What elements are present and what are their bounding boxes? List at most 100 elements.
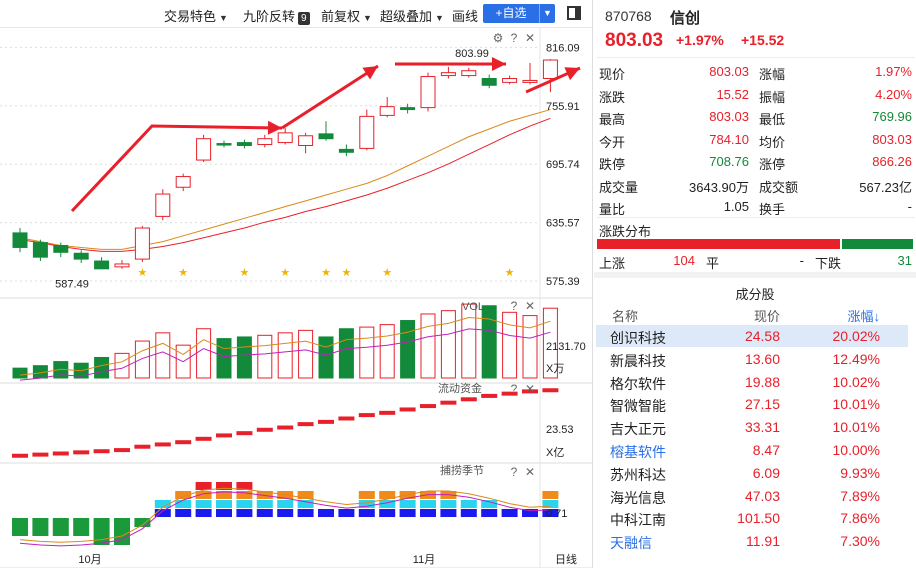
quote-value: 1.97% bbox=[875, 64, 912, 79]
trend-arrow-3-head bbox=[492, 57, 506, 71]
volume-bar bbox=[12, 367, 28, 379]
quote-label: 现价 bbox=[599, 67, 626, 82]
constituent-change: 10.01% bbox=[832, 396, 880, 413]
candle-body bbox=[522, 79, 538, 83]
constituent-name[interactable]: 海光信息 bbox=[610, 488, 666, 508]
watchlist-dropdown-icon[interactable]: ▼ bbox=[539, 4, 555, 23]
candle-body bbox=[134, 227, 150, 260]
constituent-price: 11.91 bbox=[746, 533, 780, 550]
candle-body bbox=[400, 107, 416, 111]
flow-mark bbox=[440, 400, 457, 405]
price-tick: 816.09 bbox=[546, 42, 580, 54]
flow-mark bbox=[399, 407, 416, 412]
constituent-price: 33.31 bbox=[744, 419, 780, 436]
help-icon: ? bbox=[511, 31, 518, 45]
price-tick: 755.91 bbox=[546, 101, 580, 113]
x-label: 10月 bbox=[78, 554, 101, 566]
volume-bar bbox=[298, 329, 314, 379]
quote-label: 涨幅 bbox=[759, 67, 786, 82]
season-bar bbox=[501, 509, 518, 517]
col-price[interactable]: 现价 bbox=[690, 306, 780, 325]
season-bar bbox=[175, 509, 192, 517]
adjust-menu[interactable]: 前复权 ▼ bbox=[321, 6, 372, 25]
quote-label: 涨跌 bbox=[599, 89, 626, 105]
season-bar bbox=[481, 500, 498, 508]
col-name[interactable]: 名称 bbox=[612, 306, 638, 325]
season-bar bbox=[195, 482, 212, 490]
season-bar bbox=[460, 509, 477, 517]
kline-chart[interactable]: ★ ★ ★ ★ ★ ★ ★ ★ 816.09 755.91 695.74 635.57 575.39 8… bbox=[0, 28, 592, 568]
dist-up-count: 104 bbox=[673, 253, 695, 268]
season-bar bbox=[52, 518, 69, 536]
candle-body bbox=[12, 232, 28, 248]
constituent-name[interactable]: 新晨科技 bbox=[610, 351, 666, 371]
season-bar bbox=[277, 500, 294, 508]
season-bar bbox=[236, 509, 253, 517]
constituent-change: 7.89% bbox=[840, 487, 880, 504]
flow-value: 23.53 bbox=[546, 424, 574, 436]
flow-mark bbox=[277, 425, 294, 430]
constituent-change: 7.86% bbox=[840, 510, 880, 527]
vol-value: 2131.70 bbox=[546, 341, 586, 353]
settings-icon: ⚙ bbox=[493, 31, 504, 45]
quote-label: 成交量 bbox=[599, 179, 639, 195]
quote-label: 今开 bbox=[599, 134, 626, 150]
constituent-name[interactable]: 天融信 bbox=[610, 533, 652, 553]
candle-body bbox=[155, 193, 171, 217]
flow-mark bbox=[338, 416, 355, 421]
season-bar bbox=[216, 500, 232, 508]
signal-star-icon: ★ bbox=[178, 267, 188, 279]
panel-divider[interactable] bbox=[592, 0, 593, 568]
constituent-name[interactable]: 吉大正元 bbox=[610, 419, 666, 439]
trade-feature-menu[interactable]: 交易特色 ▼ bbox=[164, 6, 228, 25]
volume-bar bbox=[420, 313, 436, 379]
candle-body bbox=[32, 242, 48, 258]
season-bar bbox=[358, 509, 375, 517]
layout-icon[interactable] bbox=[567, 6, 581, 20]
nine-reversal-menu[interactable]: 九阶反转 9 bbox=[243, 6, 310, 25]
volume-bar bbox=[461, 303, 477, 379]
dist-down-count: 31 bbox=[897, 253, 912, 268]
candle-body bbox=[318, 133, 334, 140]
flow-mark bbox=[542, 388, 559, 393]
flow-mark bbox=[256, 427, 273, 432]
col-change[interactable]: 涨幅↓ bbox=[790, 306, 880, 325]
constituent-name[interactable]: 创识科技 bbox=[610, 328, 666, 348]
season-bar bbox=[379, 509, 396, 517]
constituent-price: 6.09 bbox=[752, 464, 780, 481]
quote-value: - bbox=[907, 199, 912, 214]
volume-bar bbox=[216, 338, 232, 379]
constituent-name[interactable]: 中科江南 bbox=[610, 510, 666, 530]
overlay-menu[interactable]: 超级叠加 ▼ bbox=[380, 6, 444, 25]
flow-mark bbox=[52, 451, 69, 456]
season-title: 捕捞季节 bbox=[440, 463, 484, 477]
constituent-name[interactable]: 格尔软件 bbox=[610, 374, 666, 394]
candle-body bbox=[420, 76, 436, 109]
period-label: 日线 bbox=[555, 552, 577, 566]
season-bar bbox=[175, 500, 192, 508]
quote-value: 769.96 bbox=[872, 109, 912, 124]
quote-label: 跌停 bbox=[599, 157, 626, 172]
quote-label: 涨停 bbox=[759, 157, 786, 172]
signal-star-icon: ★ bbox=[137, 267, 147, 279]
volume-bar bbox=[134, 340, 150, 379]
season-bar bbox=[236, 500, 253, 508]
add-watchlist-button[interactable]: +自选 bbox=[483, 4, 539, 23]
season-bar bbox=[399, 500, 416, 508]
candle-body bbox=[542, 59, 558, 79]
candle-body bbox=[379, 106, 395, 116]
volume-bar bbox=[196, 328, 212, 379]
flow-mark bbox=[420, 404, 436, 409]
flow-mark bbox=[236, 431, 253, 436]
quote-label: 振幅 bbox=[759, 89, 786, 105]
price-tick: 635.57 bbox=[546, 218, 580, 230]
constituent-name[interactable]: 智微智能 bbox=[610, 396, 666, 416]
volume-bar bbox=[318, 336, 334, 379]
quote-value: 4.20% bbox=[875, 86, 912, 102]
constituent-name[interactable]: 榕基软件 bbox=[610, 442, 666, 462]
draw-line-button[interactable]: 画线 bbox=[452, 6, 478, 25]
season-bar bbox=[460, 500, 477, 508]
constituent-name[interactable]: 苏州科达 bbox=[610, 465, 666, 485]
vol-unit: X万 bbox=[546, 363, 564, 375]
close-icon: ✕ bbox=[525, 465, 535, 479]
